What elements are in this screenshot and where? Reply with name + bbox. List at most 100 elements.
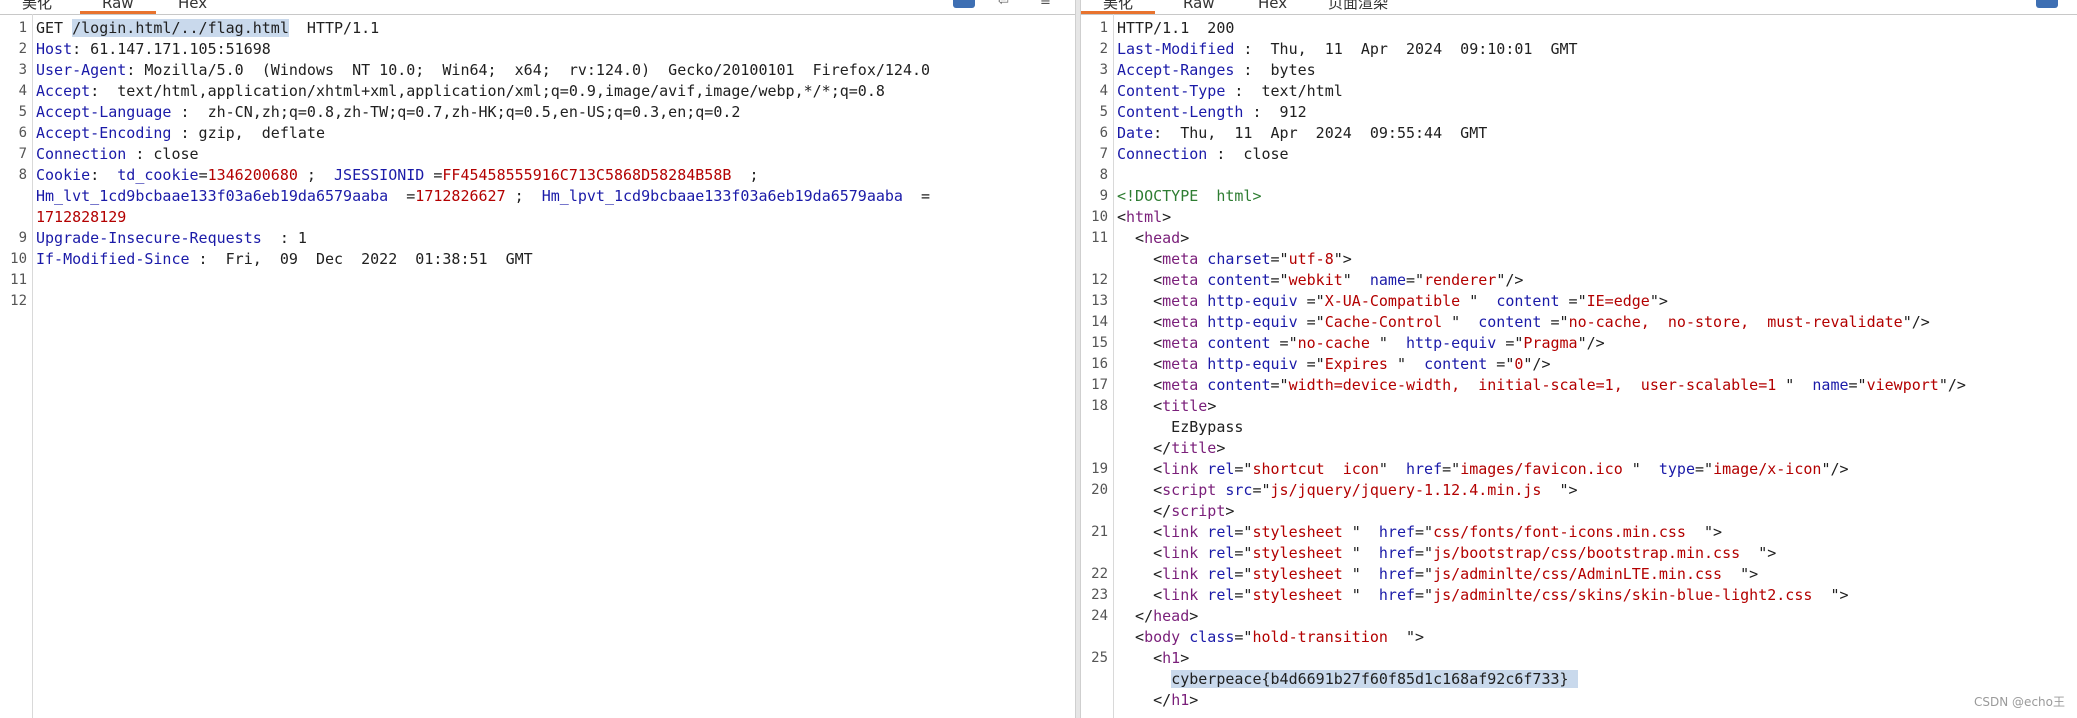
code-token: : text/html <box>1225 82 1343 100</box>
line-number: 8 <box>1099 167 1108 183</box>
response-tab-render[interactable]: 页面渲染 <box>1306 0 1410 13</box>
code-token: < <box>1117 544 1163 562</box>
code-token: Accept-Ranges <box>1117 61 1235 79</box>
response-viewer[interactable]: 1 HTTP/1.1 200 2 Last-Modified : Thu, 11 Ap… <box>1081 18 2077 711</box>
code-text: <link rel="stylesheet " href="js/adminlt… <box>1117 564 1758 585</box>
code-text: <meta content="webkit" name="renderer"/> <box>1117 270 1523 291</box>
code-text: <link rel="shortcut icon" href="images/f… <box>1117 459 1849 480</box>
response-tab-hex[interactable]: Hex <box>1236 0 1309 13</box>
code-token: image/x-icon <box>1713 460 1822 478</box>
code-token: name <box>1369 271 1406 289</box>
code-token: =" <box>1406 271 1425 289</box>
code-text: </script> <box>1117 501 1234 522</box>
code-token: images/favicon.ico <box>1460 460 1623 478</box>
code-token: = <box>902 187 931 205</box>
code-token: = <box>198 166 208 184</box>
code-token: < <box>1117 481 1163 499</box>
code-token: css/fonts/font-icons.min.css <box>1433 523 1686 541</box>
line-number: 1 <box>1099 20 1108 36</box>
request-tab-raw[interactable]: Raw <box>80 0 156 14</box>
code-token: type <box>1658 460 1695 478</box>
code-token: js/bootstrap/css/bootstrap.min.css <box>1433 544 1741 562</box>
response-tab-pretty[interactable]: 美化 <box>1081 0 1156 14</box>
code-token: rel <box>1198 544 1235 562</box>
code-token: http-equiv <box>1406 334 1497 352</box>
request-line: 4 Accept: text/html,application/xhtml+xml… <box>0 81 1075 102</box>
code-token: " <box>1442 313 1479 331</box>
code-text: <!DOCTYPE html> <box>1117 186 1262 207</box>
code-token: content <box>1198 334 1271 352</box>
code-text: Connection : close <box>1117 144 1289 165</box>
line-number: 6 <box>18 125 27 141</box>
code-token: =" <box>1270 250 1289 268</box>
code-token: > <box>1180 649 1190 667</box>
line-number: 3 <box>18 62 27 78</box>
code-token: href <box>1406 460 1443 478</box>
response-tabbar: 美化 Raw Hex 页面渲染 <box>1081 0 2077 15</box>
line-number: 18 <box>1091 398 1108 414</box>
code-token: > <box>1225 502 1235 520</box>
code-token: =" <box>1297 292 1325 310</box>
code-token: < <box>1117 586 1163 604</box>
response-line: 22 <link rel="stylesheet " href="js/admi… <box>1081 564 2077 585</box>
code-token: meta <box>1162 271 1199 289</box>
code-token: Connection <box>1117 145 1208 163</box>
response-line: EzBypass <box>1081 417 2077 438</box>
code-token: =" <box>1297 313 1325 331</box>
code-token: < <box>1117 460 1163 478</box>
code-text: Accept: text/html,application/xhtml+xml,… <box>36 81 885 102</box>
line-number: 16 <box>1091 356 1108 372</box>
code-token: > <box>1189 691 1199 709</box>
response-line: 21 <link rel="stylesheet " href="css/fon… <box>1081 522 2077 543</box>
response-line: 18 <title> <box>1081 396 2077 417</box>
code-text: Last-Modified : Thu, 11 Apr 2024 09:10:0… <box>1117 39 1578 60</box>
code-token: < <box>1117 376 1163 394</box>
response-line: 15 <meta content ="no-cache " http-equiv… <box>1081 333 2077 354</box>
code-token: =" <box>1695 460 1714 478</box>
response-tab-raw[interactable]: Raw <box>1161 0 1237 13</box>
request-tab-pretty[interactable]: 美化 <box>0 0 74 13</box>
code-token: utf-8 <box>1288 250 1334 268</box>
code-token: : 61.147.171.105:51698 <box>72 40 271 58</box>
code-token: renderer <box>1424 271 1497 289</box>
code-token: "> <box>1333 250 1352 268</box>
code-token: X-UA-Compatible <box>1324 292 1461 310</box>
line-number: 6 <box>1099 125 1108 141</box>
code-token: </ <box>1117 607 1154 625</box>
code-token: "/> <box>1577 334 1605 352</box>
request-line: 1712828129 <box>0 207 1075 228</box>
code-token: < <box>1117 271 1163 289</box>
line-number: 19 <box>1091 461 1108 477</box>
code-token: JSESSIONID <box>334 166 425 184</box>
response-pane: 美化 Raw Hex 页面渲染 1 HTTP/1.1 200 2 Last-Modif… <box>1081 0 2077 718</box>
code-text: <meta http-equiv ="X-UA-Compatible " con… <box>1117 291 1668 312</box>
request-tab-hex[interactable]: Hex <box>156 0 229 13</box>
menu-icon[interactable]: ≡ <box>1040 0 1051 9</box>
response-line: 10 <html> <box>1081 207 2077 228</box>
code-token: =" <box>1252 481 1271 499</box>
code-token: no-cache, no-store, must-revalidate <box>1568 313 1903 331</box>
code-token: viewport <box>1866 376 1939 394</box>
line-number: 22 <box>1091 566 1108 582</box>
code-token: no-cache <box>1297 334 1370 352</box>
code-token: =" <box>1415 523 1434 541</box>
response-line: 9 <!DOCTYPE html> <box>1081 186 2077 207</box>
request-editor[interactable]: 1 GET /login.html/../flag.html HTTP/1.1 2 H… <box>0 18 1075 312</box>
code-token: =" <box>1415 544 1434 562</box>
code-token: HTTP/1.1 200 <box>1117 19 1235 37</box>
code-token: link <box>1162 565 1199 583</box>
code-token: "/> <box>1821 460 1849 478</box>
code-token: js/adminlte/css/skins/skin-blue-light2.c… <box>1433 586 1813 604</box>
response-actions-icon[interactable] <box>2036 0 2058 8</box>
code-token: " <box>1342 523 1379 541</box>
line-number: 12 <box>10 293 27 309</box>
code-token: =" <box>1415 565 1434 583</box>
code-token: =" <box>1234 628 1253 646</box>
code-token: "/> <box>1496 271 1524 289</box>
code-token: =" <box>1559 292 1587 310</box>
code-text: Upgrade-Insecure-Requests : 1 <box>36 228 307 249</box>
newline-toggle-icon[interactable]: ⏎ <box>998 0 1009 9</box>
message-actions-icon[interactable] <box>953 0 975 8</box>
response-line: </h1> <box>1081 690 2077 711</box>
code-token: shortcut icon <box>1252 460 1379 478</box>
